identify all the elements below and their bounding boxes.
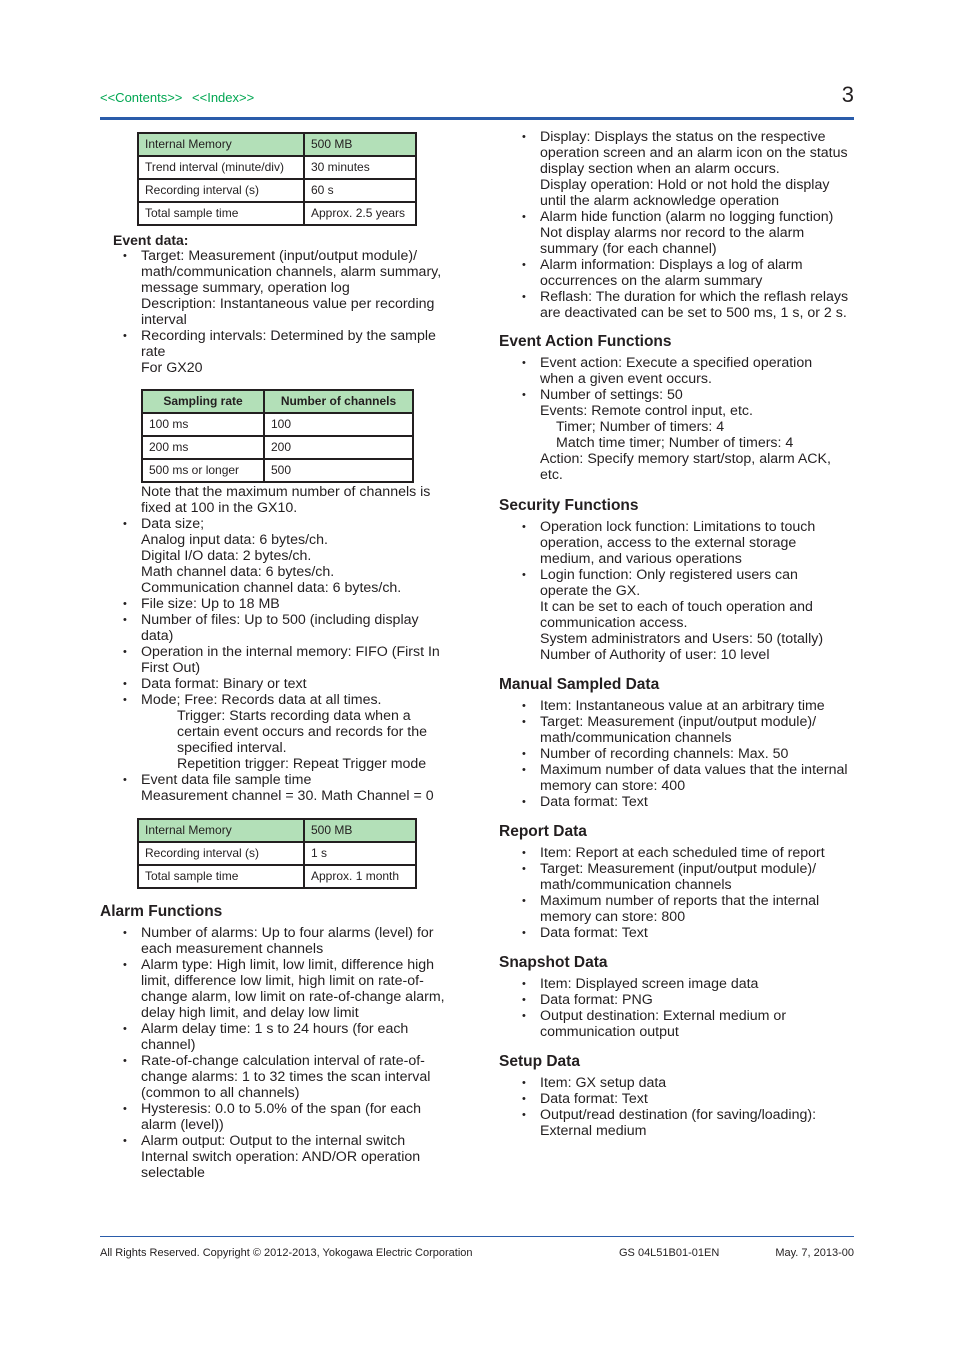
list-item: Data format: Binary or text — [123, 676, 460, 692]
list-item: Hysteresis: 0.0 to 5.0% of the span (for… — [123, 1101, 460, 1133]
alarm-list-continued: Display: Displays the status on the resp… — [499, 129, 859, 321]
memory-table-1: Internal Memory 500 MB Trend interval (mi… — [137, 132, 417, 226]
security-section: Security Functions Operation lock functi… — [499, 497, 859, 663]
list-item: Output destination: External medium orco… — [522, 1008, 859, 1040]
channel-note: Note that the maximum number of channels… — [141, 484, 431, 516]
sampling-rate-table: Sampling rate Number of channels 100 ms 10… — [141, 389, 414, 483]
event-action-section: Event Action Functions Event action: Exe… — [499, 333, 859, 483]
snapshot-heading: Snapshot Data — [499, 954, 608, 971]
list-item: Event action: Execute a specified operat… — [522, 355, 859, 387]
table-row: Trend interval (minute/div) 30 minutes — [137, 155, 417, 180]
list-item: Data format: Text — [522, 1091, 859, 1107]
table-row: 500 ms or longer 500 — [141, 458, 414, 483]
table-row: Recording interval (s) 1 s — [137, 841, 417, 866]
list-item: Data format: Text — [522, 794, 859, 810]
contents-link[interactable]: <<Contents>> — [100, 90, 182, 105]
table-row: 200 ms 200 — [141, 435, 414, 460]
list-item: Item: Instantaneous value at an arbitrar… — [522, 698, 859, 714]
event-data-list: Target: Measurement (input/output module… — [113, 248, 463, 376]
setup-heading: Setup Data — [499, 1053, 580, 1070]
list-item: Number of recording channels: Max. 50 — [522, 746, 859, 762]
list-item: Target: Measurement (input/output module… — [123, 248, 463, 328]
setup-list: Item: GX setup data Data format: Text Ou… — [499, 1075, 859, 1139]
list-item: Operation in the internal memory: FIFO (… — [123, 644, 460, 676]
footer-rule — [100, 1236, 854, 1237]
list-item: Item: GX setup data — [522, 1075, 859, 1091]
report-section: Report Data Item: Report at each schedul… — [499, 823, 859, 941]
alarm-functions-continued: Display: Displays the status on the resp… — [499, 129, 859, 321]
event-action-heading: Event Action Functions — [499, 333, 672, 350]
manual-sampled-heading: Manual Sampled Data — [499, 676, 660, 693]
footer-doc-id: GS 04L51B01-01EN — [619, 1247, 720, 1259]
list-item: Alarm output: Output to the internal swi… — [123, 1133, 460, 1181]
list-item: Output/read destination (for saving/load… — [522, 1107, 859, 1139]
list-item: Alarm delay time: 1 s to 24 hours (for e… — [123, 1021, 460, 1053]
report-heading: Report Data — [499, 823, 587, 840]
manual-sampled-list: Item: Instantaneous value at an arbitrar… — [499, 698, 859, 810]
header-nav: <<Contents>> <<Index>> — [100, 90, 260, 105]
alarm-functions-section: Alarm Functions Number of alarms: Up to … — [100, 903, 460, 1181]
list-item: Target: Measurement (input/output module… — [522, 714, 859, 746]
list-item: Data format: PNG — [522, 992, 859, 1008]
memory-table-2: Internal Memory 500 MB Recording interval… — [137, 818, 417, 889]
list-item: Number of settings: 50 Events: Remote co… — [522, 387, 859, 483]
list-item: Number of alarms: Up to four alarms (lev… — [123, 925, 460, 957]
alarm-list: Number of alarms: Up to four alarms (lev… — [100, 925, 460, 1181]
list-item: Display: Displays the status on the resp… — [522, 129, 859, 209]
table-row: Total sample time Approx. 1 month — [137, 864, 417, 889]
list-item: Alarm type: High limit, low limit, diffe… — [123, 957, 460, 1021]
list-item: Number of files: Up to 500 (including di… — [123, 612, 460, 644]
event-data-continued: Note that the maximum number of channels… — [100, 484, 460, 804]
list-item: Operation lock function: Limitations to … — [522, 519, 859, 567]
security-heading: Security Functions — [499, 497, 639, 514]
list-item: Alarm information: Displays a log of ala… — [522, 257, 859, 289]
list-item: Login function: Only registered users ca… — [522, 567, 859, 663]
list-item: Recording intervals: Determined by the s… — [123, 328, 463, 376]
footer-copyright: All Rights Reserved. Copyright © 2012-20… — [100, 1247, 473, 1259]
table-row: 100 ms 100 — [141, 412, 414, 437]
list-item: Event data file sample time Measurement … — [123, 772, 460, 804]
table-row: Internal Memory 500 MB — [137, 818, 417, 843]
event-data-list-2: Data size; Analog input data: 6 bytes/ch… — [100, 516, 460, 804]
security-list: Operation lock function: Limitations to … — [499, 519, 859, 663]
setup-section: Setup Data Item: GX setup data Data form… — [499, 1053, 859, 1139]
footer-date: May. 7, 2013-00 — [775, 1247, 854, 1259]
table-row: Internal Memory 500 MB — [137, 132, 417, 157]
list-item: Target: Measurement (input/output module… — [522, 861, 859, 893]
list-item: Rate-of-change calculation interval of r… — [123, 1053, 460, 1101]
list-item: Maximum number of reports that the inter… — [522, 893, 859, 925]
table-row: Recording interval (s) 60 s — [137, 178, 417, 203]
index-link[interactable]: <<Index>> — [192, 90, 254, 105]
list-item: Item: Report at each scheduled time of r… — [522, 845, 859, 861]
table-header-row: Sampling rate Number of channels — [141, 389, 414, 414]
table-row: Total sample time Approx. 2.5 years — [137, 201, 417, 226]
manual-sampled-section: Manual Sampled Data Item: Instantaneous … — [499, 676, 859, 810]
list-item: Data size; Analog input data: 6 bytes/ch… — [123, 516, 460, 596]
snapshot-list: Item: Displayed screen image data Data f… — [499, 976, 859, 1040]
list-item: Item: Displayed screen image data — [522, 976, 859, 992]
list-item: Mode; Free: Records data at all times. T… — [123, 692, 460, 772]
event-action-list: Event action: Execute a specified operat… — [499, 355, 859, 483]
list-item: Maximum number of data values that the i… — [522, 762, 859, 794]
snapshot-section: Snapshot Data Item: Displayed screen ima… — [499, 954, 859, 1040]
header-rule — [100, 117, 854, 120]
list-item: File size: Up to 18 MB — [123, 596, 460, 612]
list-item: Alarm hide function (alarm no logging fu… — [522, 209, 859, 257]
event-data-section: Event data: Target: Measurement (input/o… — [113, 232, 463, 376]
alarm-functions-heading: Alarm Functions — [100, 903, 223, 920]
event-data-heading: Event data: — [113, 232, 189, 248]
list-item: Reflash: The duration for which the refl… — [522, 289, 859, 321]
page-number: 3 — [841, 82, 854, 107]
report-list: Item: Report at each scheduled time of r… — [499, 845, 859, 941]
list-item: Data format: Text — [522, 925, 859, 941]
